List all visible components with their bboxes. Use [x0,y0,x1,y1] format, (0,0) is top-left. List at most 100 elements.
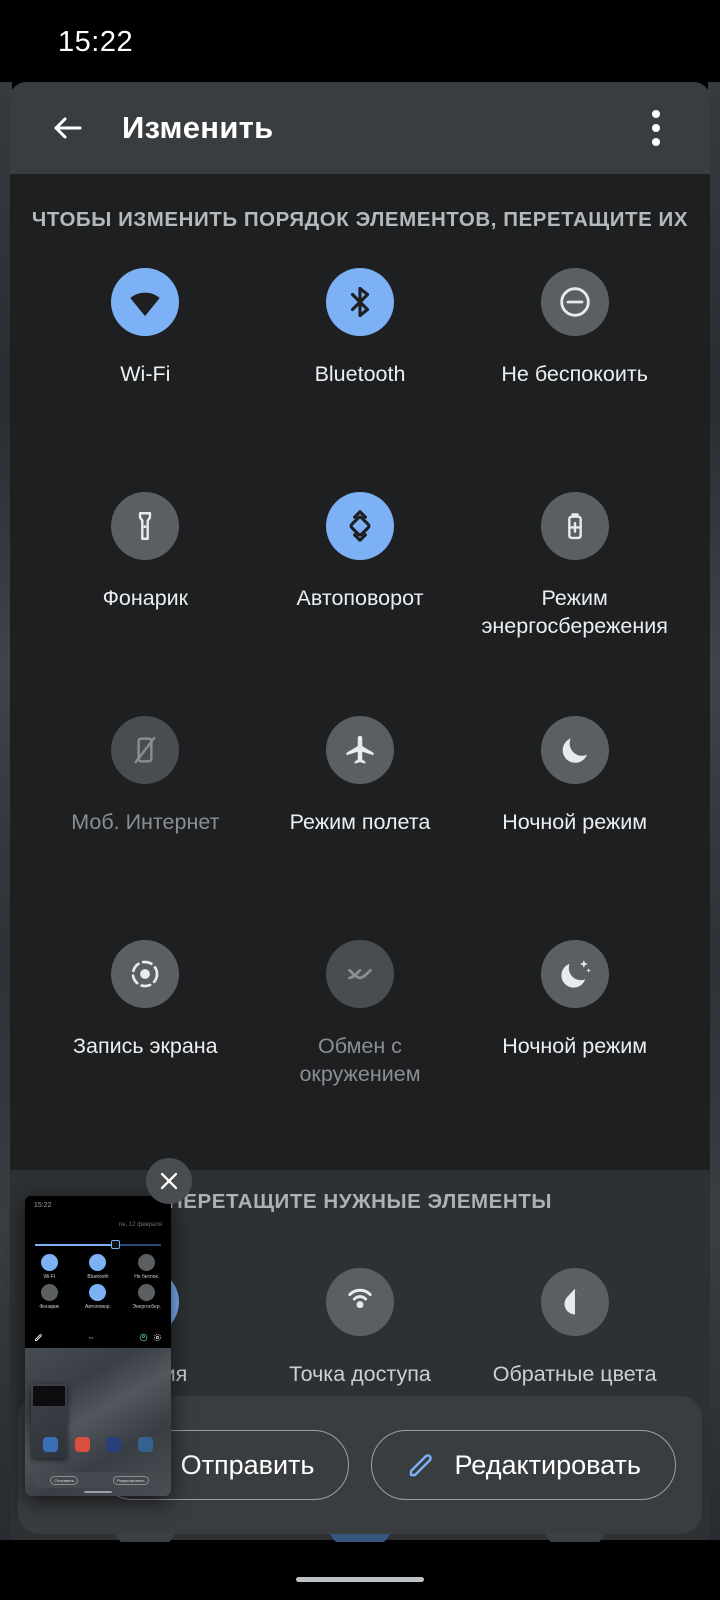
tile-mobile-data[interactable]: Моб. Интернет [38,694,253,918]
preview-brightness-slider [35,1240,161,1249]
wifi-icon [125,282,165,322]
tile-icon-bg [540,1268,609,1336]
arrow-back-icon [50,110,86,146]
navigation-bar [0,1542,720,1600]
auto-rotate-icon [341,507,379,545]
tile-night-mode[interactable]: Ночной режим [467,694,682,918]
tile-icon-bg [540,268,609,336]
tile-icon-bg [325,492,394,560]
flashlight-icon [40,1284,58,1301]
close-icon [156,1168,182,1194]
preview-tile-label: Bluetooth [87,1274,109,1280]
preview-share-label: Отправить [50,1475,79,1485]
app-bar: Изменить [10,82,710,174]
screenshot-preview-thumbnail[interactable]: 15:22 пн, 12 февраля Wi-Fi Bluetooth Не … [25,1196,171,1496]
tile-icon-bg [325,940,394,1008]
edit-button-label: Редактировать [454,1449,641,1480]
tile-label: Обратные цвета [492,1362,657,1386]
bluetooth-icon [89,1254,107,1271]
tile-label: Автоповорот [296,586,424,610]
battery-saver-icon [138,1284,156,1301]
tile-label: Wi-Fi [120,362,171,386]
screen-record-icon [126,955,164,993]
share-button-label: Отправить [180,1449,315,1480]
tile-label: Запись экрана [73,1034,218,1058]
preview-tile-label: Фонарик [39,1304,60,1310]
edit-pencil-icon [406,1450,436,1480]
do-not-disturb-icon [138,1254,156,1271]
user-icon [139,1333,148,1341]
reorder-instruction: ЧТОБЫ ИЗМЕНИТЬ ПОРЯДОК ЭЛЕМЕНТОВ, ПЕРЕТА… [31,208,689,231]
mobile-data-off-icon [128,733,162,767]
tile-label: Ночной режим [502,1034,648,1058]
tile-icon-bg [325,1268,394,1336]
battery-saver-icon [558,509,592,543]
tile-flashlight[interactable]: Фонарик [38,470,253,694]
flashlight-icon [128,509,162,543]
preview-tiles-grid: Wi-Fi Bluetooth Не беспок. Фонарик Автоп… [25,1254,171,1310]
tile-label: Обмен с окружением [299,1034,421,1087]
tile-screen-record[interactable]: Запись экрана [38,918,253,1142]
current-tiles-panel: ЧТОБЫ ИЗМЕНИТЬ ПОРЯДОК ЭЛЕМЕНТОВ, ПЕРЕТА… [10,174,710,1170]
tile-night-light[interactable]: Ночной режим [467,918,682,1142]
preview-tile-label: Не беспок. [134,1274,160,1280]
edit-button[interactable]: Редактировать [371,1430,676,1500]
tile-label: Режим полета [289,810,431,834]
tile-label: Не беспокоить [501,362,648,386]
invert-colors-icon [557,1284,593,1320]
tile-label: Bluetooth [314,362,406,386]
tile-icon-bg [111,716,180,784]
preview-tile: Bluetooth [74,1254,123,1280]
preview-date: пн, 12 февраля [118,1222,162,1228]
tile-icon-bg [111,940,180,1008]
messages-icon [43,1437,59,1452]
more-vert-icon[interactable] [632,100,680,156]
status-bar-clock: 15:22 [58,26,134,58]
nearby-share-icon [342,956,378,992]
tile-bluetooth[interactable]: Bluetooth [253,246,468,470]
nav-gesture-handle[interactable] [296,1577,424,1582]
camera-icon [106,1437,122,1452]
tile-auto-rotate[interactable]: Автоповорот [253,470,468,694]
preview-home-screen: Отправить Редактировать [25,1348,171,1496]
tile-icon-bg [540,492,609,560]
edit-pencil-icon [35,1333,42,1341]
tile-airplane-mode[interactable]: Режим полета [253,694,468,918]
chrome-icon [74,1437,90,1452]
preview-nav-handle [84,1491,112,1493]
preview-tile-label: Энергосбер. [132,1304,161,1310]
wifi-icon [40,1254,58,1271]
preview-clock: 15:22 [34,1202,52,1209]
do-not-disturb-icon [556,283,594,321]
preview-tile: Энергосбер. [122,1284,171,1310]
preview-tile: Автоповор. [74,1284,123,1310]
tile-do-not-disturb[interactable]: Не беспокоить [467,246,682,470]
preview-tile: Не беспок. [122,1254,171,1280]
tile-icon-bg [325,268,394,336]
preview-close-button[interactable] [146,1158,192,1204]
preview-dock-icons [25,1437,171,1452]
preview-edit-label: Редактировать [112,1475,149,1485]
bluetooth-icon [342,284,378,320]
tile-battery-saver[interactable]: Режим энергосбережения [467,470,682,694]
tile-label: Точка доступа [289,1362,431,1386]
preview-nested-action-bar: Отправить Редактировать [33,1472,166,1488]
quick-settings-edit-screen: 15:22 Изменить ЧТОБЫ ИЗМЕНИТЬ ПОРЯДОК ЭЛ… [0,0,720,1600]
airplane-icon [342,732,378,768]
tile-label: Режим энергосбережения [481,586,668,639]
tile-icon-bg [540,940,609,1008]
tile-icon-bg [111,492,180,560]
preview-tile: Фонарик [25,1284,74,1310]
tile-label: Ночной режим [502,810,648,834]
status-bar: 15:22 [0,0,720,82]
gear-icon [153,1333,162,1341]
tile-label: Моб. Интернет [71,810,220,834]
preview-quick-settings: 15:22 пн, 12 февраля Wi-Fi Bluetooth Не … [25,1196,171,1348]
tile-label: Фонарик [102,586,189,610]
preview-tile-label: Автоповор. [85,1304,111,1310]
tile-wifi[interactable]: Wi-Fi [38,246,253,470]
tile-nearby-share[interactable]: Обмен с окружением [253,918,468,1142]
preview-tile: Wi-Fi [25,1254,74,1280]
back-button[interactable] [36,96,100,160]
auto-rotate-icon [89,1284,107,1301]
